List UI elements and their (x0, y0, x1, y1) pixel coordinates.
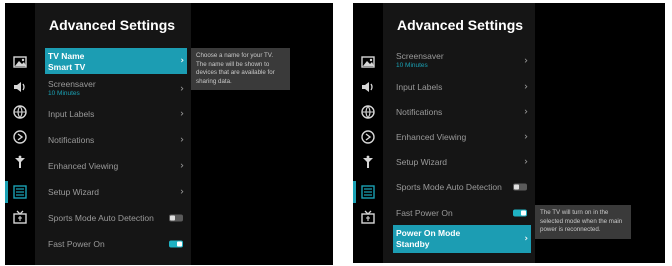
menu-item-input-labels[interactable]: Input Labels › (393, 74, 531, 100)
accessibility-icon[interactable] (357, 126, 379, 148)
chevron-right-icon: › (180, 134, 184, 146)
menu-item-fast-power-on[interactable]: Fast Power On (45, 231, 187, 257)
menu-item-label: Notifications (48, 135, 95, 145)
menu-item-sports-mode[interactable]: Sports Mode Auto Detection (45, 205, 187, 231)
chevron-right-icon: › (524, 106, 528, 118)
tv-icon[interactable] (357, 206, 379, 228)
settings-panel: Advanced Settings TV Name Smart TV › Scre… (35, 3, 191, 265)
tv-settings-screen-right: Advanced Settings Screensaver 10 Minutes … (353, 3, 665, 263)
menu-item-enhanced-viewing[interactable]: Enhanced Viewing › (45, 153, 187, 179)
chevron-right-icon: › (180, 83, 184, 95)
fast-power-on-toggle[interactable] (513, 209, 527, 217)
menu-item-label: Sports Mode Auto Detection (48, 213, 154, 223)
chevron-right-icon: › (524, 234, 528, 244)
menu-item-label: Screensaver (396, 51, 444, 61)
sound-icon[interactable] (9, 76, 31, 98)
menu-item-value: 10 Minutes (48, 90, 80, 97)
menu-item-input-labels[interactable]: Input Labels › (45, 101, 187, 127)
general-icon[interactable] (357, 151, 379, 173)
settings-panel: Advanced Settings Screensaver 10 Minutes … (383, 3, 535, 263)
help-tooltip: The TV will turn on in the selected mode… (535, 205, 631, 239)
advanced-settings-icon[interactable] (353, 181, 379, 203)
picture-icon[interactable] (357, 51, 379, 73)
menu-item-label: Enhanced Viewing (396, 132, 467, 142)
menu-item-screensaver[interactable]: Screensaver 10 Minutes › (45, 76, 187, 102)
menu-item-value: Standby (396, 239, 430, 249)
chevron-right-icon: › (524, 55, 528, 67)
menu-item-power-on-mode[interactable]: Power On Mode Standby › (393, 225, 531, 253)
menu-item-label: Notifications (396, 107, 443, 117)
menu-item-label: Screensaver (48, 79, 96, 89)
menu-item-sports-mode[interactable]: Sports Mode Auto Detection (393, 174, 531, 200)
general-icon[interactable] (9, 151, 31, 173)
help-tooltip: Choose a name for your TV. The name will… (191, 48, 290, 90)
category-icon-bar (5, 3, 35, 265)
sound-icon[interactable] (357, 76, 379, 98)
menu-item-notifications[interactable]: Notifications › (393, 99, 531, 125)
network-icon[interactable] (9, 101, 31, 123)
page-title: Advanced Settings (397, 17, 524, 33)
menu-item-value: 10 Minutes (396, 62, 428, 69)
chevron-right-icon: › (524, 156, 528, 168)
tv-icon[interactable] (9, 206, 31, 228)
menu-item-setup-wizard[interactable]: Setup Wizard › (393, 149, 531, 175)
sports-mode-toggle[interactable] (169, 214, 183, 222)
chevron-right-icon: › (180, 108, 184, 120)
picture-icon[interactable] (9, 51, 31, 73)
menu-item-label: Fast Power On (48, 239, 105, 249)
menu-item-setup-wizard[interactable]: Setup Wizard › (45, 179, 187, 205)
menu-item-fast-power-on[interactable]: Fast Power On (393, 200, 531, 226)
advanced-settings-icon[interactable] (5, 181, 31, 203)
menu-item-label: Enhanced Viewing (48, 161, 119, 171)
menu-item-label: Sports Mode Auto Detection (396, 182, 502, 192)
chevron-right-icon: › (180, 186, 184, 198)
menu-item-label: Setup Wizard (48, 187, 100, 197)
menu-item-notifications[interactable]: Notifications › (45, 127, 187, 153)
menu-item-label: Fast Power On (396, 208, 453, 218)
network-icon[interactable] (357, 101, 379, 123)
category-icon-bar (353, 3, 383, 263)
menu-item-label: Input Labels (396, 82, 443, 92)
tv-settings-screen-left: Advanced Settings TV Name Smart TV › Scre… (5, 3, 333, 265)
fast-power-on-toggle[interactable] (169, 240, 183, 248)
menu-item-tv-name[interactable]: TV Name Smart TV › (45, 48, 187, 74)
menu-item-screensaver[interactable]: Screensaver 10 Minutes › (393, 48, 531, 74)
page-title: Advanced Settings (49, 17, 176, 33)
menu-item-label: Setup Wizard (396, 157, 448, 167)
menu-item-enhanced-viewing[interactable]: Enhanced Viewing › (393, 124, 531, 150)
chevron-right-icon: › (524, 81, 528, 93)
chevron-right-icon: › (180, 56, 184, 66)
menu-item-value: Smart TV (48, 62, 86, 72)
menu-item-label: TV Name (48, 51, 85, 61)
menu-item-label: Power On Mode (396, 228, 461, 238)
chevron-right-icon: › (524, 131, 528, 143)
menu-item-label: Input Labels (48, 109, 95, 119)
accessibility-icon[interactable] (9, 126, 31, 148)
sports-mode-toggle[interactable] (513, 183, 527, 191)
chevron-right-icon: › (180, 160, 184, 172)
